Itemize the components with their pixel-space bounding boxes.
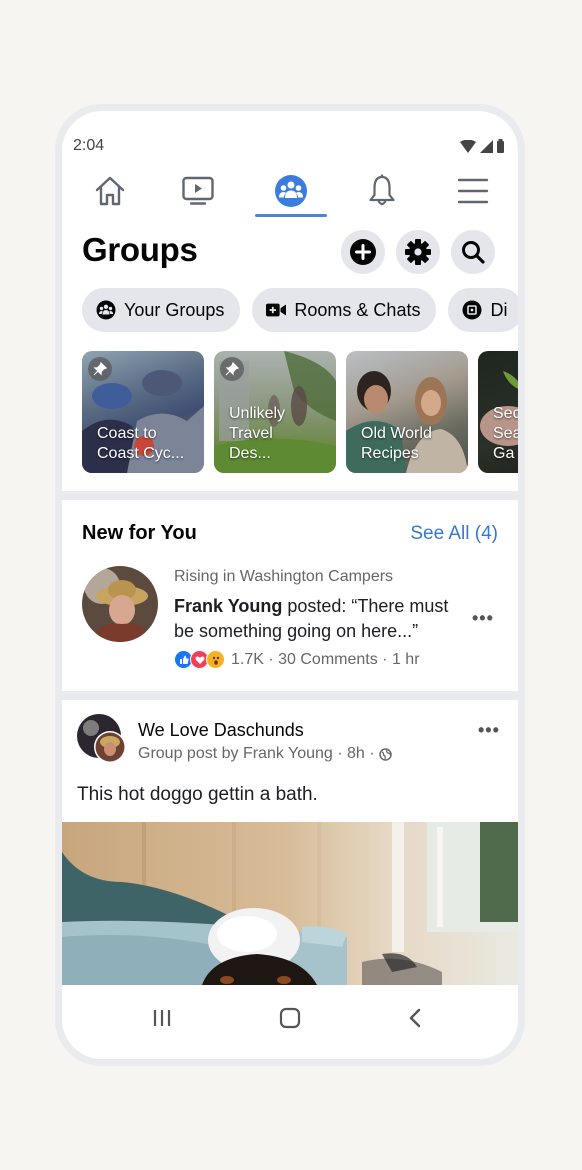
top-nav xyxy=(62,166,518,221)
back-chevron-icon xyxy=(409,1008,421,1028)
pin-icon xyxy=(220,357,244,381)
pinned-groups-carousel: Coast to Coast Cyc... Unlikely Travel Des.… xyxy=(82,351,518,473)
chip-label: Di xyxy=(490,299,508,320)
battery-icon xyxy=(497,139,504,153)
see-all-link[interactable]: See All (4) xyxy=(410,523,498,545)
chip-rooms-chats[interactable]: Rooms & Chats xyxy=(252,288,437,332)
system-navigation-bar xyxy=(62,985,518,1059)
screen: 2:04 Groups Your Groups Rooms & Chats Di… xyxy=(62,111,518,1059)
search-button[interactable] xyxy=(451,230,495,274)
group-name[interactable]: We Love Daschunds xyxy=(138,720,304,741)
recents-icon xyxy=(153,1010,171,1026)
discover-icon xyxy=(462,300,482,320)
home-icon xyxy=(95,176,125,206)
group-card-label: Old World Recipes xyxy=(361,425,432,462)
hamburger-menu-icon xyxy=(457,178,489,204)
notification-text[interactable]: Frank Young posted: “There must be somet… xyxy=(174,594,464,644)
post-subtitle-text: Group post by Frank Young · 8h · xyxy=(138,745,375,762)
nav-watch[interactable] xyxy=(168,166,228,216)
plus-circle-icon xyxy=(350,239,376,265)
globe-icon xyxy=(378,747,392,761)
video-icon xyxy=(182,176,214,205)
group-card[interactable]: Unlikely Travel Des... xyxy=(214,351,336,473)
context-label: Rising in Washington Campers xyxy=(174,568,394,585)
nav-notifications[interactable] xyxy=(352,166,412,216)
create-group-button[interactable] xyxy=(341,230,385,274)
cellular-signal-icon xyxy=(480,140,493,153)
groups-icon xyxy=(275,175,307,207)
post-text: This hot doggo gettin a bath. xyxy=(77,784,318,805)
chip-label: Rooms & Chats xyxy=(294,299,421,320)
phone-frame: 2:04 Groups Your Groups Rooms & Chats Di… xyxy=(55,104,525,1066)
back-button[interactable] xyxy=(395,1003,435,1033)
nav-home[interactable] xyxy=(80,166,140,216)
more-options-button[interactable]: ••• xyxy=(472,608,494,629)
post-meta: 1.7K · 30 Comments · 1 hr xyxy=(174,650,420,669)
settings-button[interactable] xyxy=(396,230,440,274)
nav-groups[interactable] xyxy=(261,166,321,216)
section-divider xyxy=(62,491,518,500)
group-card[interactable]: Sec Sea Ga xyxy=(478,351,518,473)
home-square-icon xyxy=(279,1007,301,1029)
recents-button[interactable] xyxy=(142,1003,182,1033)
group-card-label: Sec Sea Ga xyxy=(493,405,518,462)
home-system-button[interactable] xyxy=(270,1003,310,1033)
section-title: New for You xyxy=(82,522,197,544)
meta-text: 1.7K · 30 Comments · 1 hr xyxy=(231,650,420,668)
section-divider xyxy=(62,691,518,700)
status-icons xyxy=(460,139,504,153)
groups-icon xyxy=(96,300,116,320)
avatar[interactable] xyxy=(82,566,158,642)
group-card[interactable]: Old World Recipes xyxy=(346,351,468,473)
bell-icon xyxy=(369,174,395,206)
video-camera-plus-icon xyxy=(266,300,287,320)
wifi-icon xyxy=(460,140,476,153)
gear-icon xyxy=(405,239,431,265)
post-more-options-button[interactable]: ••• xyxy=(478,720,500,741)
group-card-label: Coast to Coast Cyc... xyxy=(97,425,185,462)
author-name: Frank Young xyxy=(174,596,283,616)
page-title: Groups xyxy=(82,231,198,268)
post-subtitle: Group post by Frank Young · 8h · xyxy=(138,745,392,763)
group-card-label: Unlikely Travel Des... xyxy=(229,405,286,462)
post-image[interactable] xyxy=(62,822,518,985)
nav-menu[interactable] xyxy=(443,166,503,216)
chip-label: Your Groups xyxy=(124,299,225,320)
pin-icon xyxy=(88,357,112,381)
chip-your-groups[interactable]: Your Groups xyxy=(82,288,241,332)
status-bar: 2:04 xyxy=(62,111,518,154)
filter-chips: Your Groups Rooms & Chats Di xyxy=(82,288,518,332)
status-time: 2:04 xyxy=(73,137,105,154)
search-icon xyxy=(462,241,485,264)
chip-discover[interactable]: Di xyxy=(448,288,518,332)
group-avatar[interactable] xyxy=(77,714,127,764)
group-card[interactable]: Coast to Coast Cyc... xyxy=(82,351,204,473)
active-tab-indicator xyxy=(255,214,327,217)
wow-reaction-icon xyxy=(206,650,225,669)
